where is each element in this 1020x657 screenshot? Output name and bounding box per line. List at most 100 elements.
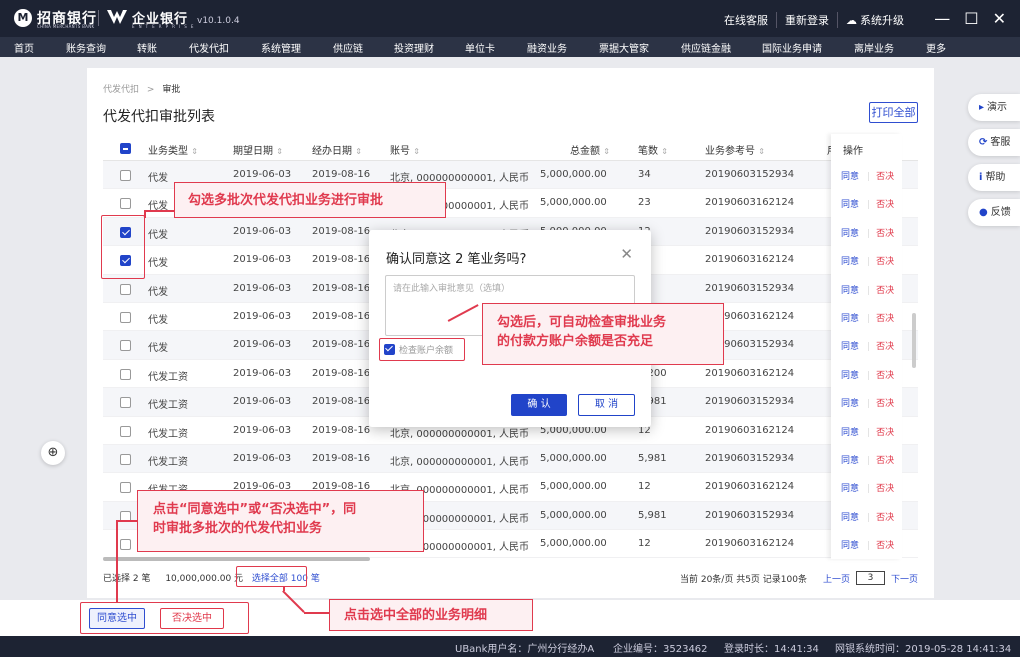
- confirm-button[interactable]: 确 认: [511, 394, 567, 416]
- cancel-button[interactable]: 取 消: [578, 394, 635, 416]
- main-nav: 首页 账务查询 转账 代发代扣 系统管理 供应链 投资理财 单位卡 融资业务 票…: [0, 37, 1020, 57]
- callout-batch-approve-line2: 时审批多批次的代发代扣业务: [153, 521, 323, 536]
- reject-link[interactable]: 否决: [876, 484, 894, 494]
- online-service-link[interactable]: 在线客服: [716, 12, 777, 28]
- nav-item-financing[interactable]: 融资业务: [527, 40, 567, 55]
- cell-expected-date: 2019-06-03: [233, 339, 292, 351]
- nav-item-supply-finance[interactable]: 供应链金融: [681, 40, 731, 55]
- agree-link[interactable]: 同意: [841, 257, 859, 267]
- cell-ref: 20190603162124: [705, 367, 795, 379]
- col-amount[interactable]: 总金额 ⇕: [570, 142, 610, 157]
- reject-link[interactable]: 否决: [876, 513, 894, 523]
- breadcrumb-parent[interactable]: 代发代扣: [103, 85, 139, 95]
- reject-link[interactable]: 否决: [876, 399, 894, 409]
- cell-amount: 5,000,000.00: [540, 452, 607, 464]
- nav-item-system[interactable]: 系统管理: [261, 40, 301, 55]
- row-checkbox[interactable]: [120, 368, 131, 380]
- agree-link[interactable]: 同意: [841, 513, 859, 523]
- zoom-icon[interactable]: ⊕: [41, 441, 65, 465]
- cloud-icon: ☁: [846, 14, 857, 27]
- close-icon[interactable]: ✕: [620, 245, 633, 263]
- col-expected-date[interactable]: 期望日期 ⇕: [233, 142, 283, 157]
- reject-link[interactable]: 否决: [876, 342, 894, 352]
- row-checkbox[interactable]: [120, 397, 131, 409]
- row-checkbox[interactable]: [120, 539, 131, 551]
- select-all-checkbox[interactable]: [120, 143, 131, 154]
- row-checkbox[interactable]: [120, 482, 131, 494]
- status-user: UBank用户名：广州分行经办A: [455, 644, 595, 655]
- reject-link[interactable]: 否决: [876, 257, 894, 267]
- print-all-button[interactable]: 打印全部: [869, 102, 918, 123]
- col-count[interactable]: 笔数 ⇕: [638, 142, 668, 157]
- service-button[interactable]: ⟳ 客服: [968, 129, 1020, 156]
- nav-item-offshore[interactable]: 离岸业务: [854, 40, 894, 55]
- col-account[interactable]: 账号 ⇕: [390, 142, 420, 157]
- row-checkbox[interactable]: [120, 283, 131, 295]
- close-icon[interactable]: ✕: [993, 9, 1006, 28]
- feedback-button[interactable]: ● 反馈: [968, 199, 1020, 226]
- reject-link[interactable]: 否决: [876, 200, 894, 210]
- agree-link[interactable]: 同意: [841, 200, 859, 210]
- reject-link[interactable]: 否决: [876, 286, 894, 296]
- reject-link[interactable]: 否决: [876, 172, 894, 182]
- nav-item-supply-chain[interactable]: 供应链: [333, 40, 363, 55]
- cell-ref: 20190603162124: [705, 424, 795, 436]
- nav-item-investment[interactable]: 投资理财: [394, 40, 434, 55]
- agree-link[interactable]: 同意: [841, 172, 859, 182]
- row-checkbox[interactable]: [120, 425, 131, 437]
- reject-link[interactable]: 否决: [876, 371, 894, 381]
- agree-link[interactable]: 同意: [841, 484, 859, 494]
- col-process-date-label: 经办日期: [312, 146, 352, 157]
- row-checkbox[interactable]: [120, 198, 131, 210]
- vertical-scrollbar[interactable]: [912, 313, 916, 368]
- agree-link[interactable]: 同意: [841, 456, 859, 466]
- nav-item-account-query[interactable]: 账务查询: [66, 40, 106, 55]
- col-type[interactable]: 业务类型 ⇕: [148, 142, 198, 157]
- table-row[interactable]: 代发工资 2019-06-03 2019-08-16 北京, 000000000001…: [103, 444, 918, 474]
- pagination: 当前 20条/页 共5页 记录100条 上一页 3 下一页: [680, 571, 918, 585]
- reject-link[interactable]: 否决: [876, 456, 894, 466]
- system-upgrade-link[interactable]: ☁ 系统升级: [838, 12, 912, 28]
- agree-link[interactable]: 同意: [841, 371, 859, 381]
- callout-connector: [116, 520, 118, 602]
- relogin-link[interactable]: 重新登录: [777, 12, 838, 28]
- nav-item-more[interactable]: 更多: [926, 40, 946, 55]
- nav-item-home[interactable]: 首页: [14, 40, 34, 55]
- next-page-link[interactable]: 下一页: [891, 572, 918, 585]
- col-ref[interactable]: 业务参考号 ⇕: [705, 142, 765, 157]
- reject-link[interactable]: 否决: [876, 428, 894, 438]
- agree-link[interactable]: 同意: [841, 541, 859, 551]
- cell-count: 12: [638, 538, 651, 550]
- nav-item-bills[interactable]: 票据大管家: [599, 40, 649, 55]
- reject-link[interactable]: 否决: [876, 541, 894, 551]
- nav-item-corporate-card[interactable]: 单位卡: [465, 40, 495, 55]
- breadcrumb: 代发代扣 > 审批: [103, 82, 180, 95]
- divider: |: [867, 541, 871, 552]
- cell-type: 代发工资: [148, 371, 188, 383]
- maximize-icon[interactable]: ☐: [964, 9, 978, 28]
- demo-button[interactable]: ▸ 演示: [968, 94, 1020, 121]
- minimize-icon[interactable]: —: [934, 9, 950, 28]
- agree-link[interactable]: 同意: [841, 314, 859, 324]
- agree-link[interactable]: 同意: [841, 399, 859, 409]
- status-login-duration: 登录时长：14:41:34: [724, 644, 819, 655]
- horizontal-scrollbar[interactable]: [103, 557, 370, 561]
- nav-item-international[interactable]: 国际业务申请: [762, 40, 822, 55]
- agree-link[interactable]: 同意: [841, 286, 859, 296]
- reject-link[interactable]: 否决: [876, 229, 894, 239]
- divider: |: [867, 285, 871, 296]
- row-checkbox[interactable]: [120, 170, 131, 181]
- agree-link[interactable]: 同意: [841, 229, 859, 239]
- row-checkbox[interactable]: [120, 311, 131, 323]
- nav-item-payroll[interactable]: 代发代扣: [189, 40, 229, 55]
- help-button[interactable]: i 帮助: [968, 164, 1020, 191]
- page-input[interactable]: 3: [855, 571, 885, 585]
- reject-link[interactable]: 否决: [876, 314, 894, 324]
- agree-link[interactable]: 同意: [841, 428, 859, 438]
- row-checkbox[interactable]: [120, 453, 131, 465]
- col-process-date[interactable]: 经办日期 ⇕: [312, 142, 362, 157]
- agree-link[interactable]: 同意: [841, 342, 859, 352]
- nav-item-transfer[interactable]: 转账: [137, 40, 157, 55]
- row-checkbox[interactable]: [120, 340, 131, 352]
- prev-page-link[interactable]: 上一页: [823, 572, 850, 585]
